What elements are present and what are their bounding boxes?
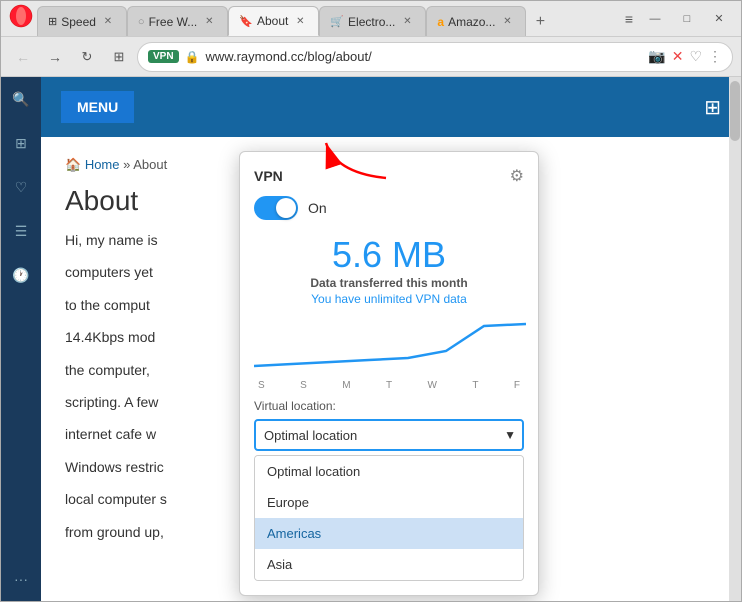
tab-freew-close[interactable]: ✕: [201, 14, 217, 30]
camera-icon[interactable]: 📷: [648, 48, 665, 65]
tab-freew[interactable]: ○ Free W... ✕: [127, 6, 228, 36]
tab-about-label: About: [257, 14, 288, 28]
window-controls: ≡ — □ ✕: [625, 9, 733, 29]
chart-day-5: W: [427, 380, 436, 391]
scrollbar-thumb[interactable]: [730, 81, 740, 141]
address-bar[interactable]: VPN 🔒 www.raymond.cc/blog/about/ 📷 ✕ ♡ ⋮: [137, 42, 733, 72]
sidebar-icon-history[interactable]: 🕐: [7, 261, 35, 289]
title-bar: ⊞ Speed ✕ ○ Free W... ✕ 🔖 About ✕ 🛒 Elec…: [1, 1, 741, 37]
tab-speed[interactable]: ⊞ Speed ✕: [37, 6, 127, 36]
tab-about-favicon: 🔖: [239, 15, 253, 28]
chart-days: S S M T W T F: [254, 380, 524, 391]
tab-amazon-favicon: a: [437, 15, 444, 29]
sidebar-icon-heart[interactable]: ♡: [7, 173, 35, 201]
chart-day-1: S: [258, 380, 265, 391]
tab-about[interactable]: 🔖 About ✕: [228, 6, 319, 36]
tab-freew-label: Free W...: [149, 15, 198, 29]
vpn-select-wrapper: Optimal location Europe Americas Asia ▼: [254, 419, 524, 451]
dropdown-item-europe[interactable]: Europe: [255, 487, 523, 518]
vpn-badge-label: VPN: [153, 51, 174, 62]
close-addr-icon[interactable]: ✕: [672, 48, 684, 65]
forward-button[interactable]: →: [41, 43, 69, 71]
chart-day-3: M: [342, 380, 350, 391]
data-label: Data transferred this month: [254, 276, 524, 290]
vpn-data-section: 5.6 MB Data transferred this month You h…: [254, 234, 524, 306]
tab-amazon[interactable]: a Amazo... ✕: [426, 6, 526, 36]
tab-speed-label: Speed: [61, 15, 96, 29]
tab-about-close[interactable]: ✕: [292, 13, 308, 29]
breadcrumb-separator: »: [123, 157, 133, 172]
close-button[interactable]: ✕: [705, 9, 733, 29]
vpn-dropdown-list: Optimal location Europe Americas Asia: [254, 455, 524, 581]
maximize-button[interactable]: □: [673, 9, 701, 29]
main-area: 🔍 ⊞ ♡ ☰ 🕐 ··· MENU ⊞ 🏠 Home » About Abou…: [1, 77, 741, 601]
vpn-location-select[interactable]: Optimal location Europe Americas Asia: [254, 419, 524, 451]
vpn-location-label: Virtual location:: [254, 399, 524, 413]
tab-amazon-label: Amazo...: [448, 15, 495, 29]
menu-button[interactable]: MENU: [61, 91, 134, 123]
chart-day-2: S: [300, 380, 307, 391]
dropdown-item-asia[interactable]: Asia: [255, 549, 523, 580]
reload-button[interactable]: ↻: [73, 43, 101, 71]
vpn-settings-icon[interactable]: ⚙: [510, 166, 524, 186]
tab-grid-button[interactable]: ⊞: [105, 43, 133, 71]
tab-freew-favicon: ○: [138, 16, 145, 28]
sidebar-icon-tabs[interactable]: ⊞: [7, 129, 35, 157]
breadcrumb-home[interactable]: 🏠 Home: [65, 157, 120, 172]
scrollbar[interactable]: [729, 77, 741, 601]
vpn-toggle[interactable]: [254, 196, 298, 220]
tab-electro-close[interactable]: ✕: [399, 14, 415, 30]
vpn-title: VPN: [254, 168, 283, 184]
heart-icon[interactable]: ♡: [689, 48, 702, 65]
dropdown-item-optimal[interactable]: Optimal location: [255, 456, 523, 487]
toggle-knob: [276, 198, 296, 218]
grid-view-icon[interactable]: ⊞: [704, 95, 721, 120]
sidebar-icon-more[interactable]: ···: [7, 565, 35, 593]
breadcrumb-current: About: [133, 157, 167, 172]
sidebar-icon-search[interactable]: 🔍: [7, 85, 35, 113]
minimize-button[interactable]: —: [641, 9, 669, 29]
tab-amazon-close[interactable]: ✕: [499, 14, 515, 30]
opera-logo: [9, 4, 33, 33]
chart-day-6: T: [472, 380, 478, 391]
tabs-bar: ⊞ Speed ✕ ○ Free W... ✕ 🔖 About ✕ 🛒 Elec…: [37, 1, 617, 36]
vpn-toggle-label: On: [308, 200, 327, 216]
tab-speed-favicon: ⊞: [48, 15, 57, 28]
address-text: www.raymond.cc/blog/about/: [206, 49, 643, 64]
tab-speed-close[interactable]: ✕: [100, 14, 116, 30]
browser-window: ⊞ Speed ✕ ○ Free W... ✕ 🔖 About ✕ 🛒 Elec…: [0, 0, 742, 602]
sidebar-icon-notes[interactable]: ☰: [7, 217, 35, 245]
tab-electro[interactable]: 🛒 Electro... ✕: [319, 6, 426, 36]
settings-icon[interactable]: ⋮: [708, 48, 722, 65]
ssl-lock-icon: 🔒: [185, 50, 200, 64]
toolbar: ← → ↻ ⊞ VPN 🔒 www.raymond.cc/blog/about/…: [1, 37, 741, 77]
web-content: MENU ⊞ 🏠 Home » About About Hi, my name …: [41, 77, 741, 601]
vpn-toggle-row: On: [254, 196, 524, 220]
vpn-indicator[interactable]: VPN: [148, 50, 179, 63]
red-arrow-indicator: [316, 133, 396, 188]
dropdown-item-americas[interactable]: Americas: [255, 518, 523, 549]
vpn-popup: VPN ⚙ On 5.6 MB Data transferred this mo…: [239, 151, 539, 596]
sidebar: 🔍 ⊞ ♡ ☰ 🕐 ···: [1, 77, 41, 601]
tab-electro-favicon: 🛒: [330, 15, 344, 28]
data-amount: 5.6 MB: [254, 234, 524, 276]
wifi-icon: ≡: [625, 11, 633, 27]
site-header: MENU ⊞: [41, 77, 741, 137]
tab-electro-label: Electro...: [348, 15, 395, 29]
vpn-chart: [254, 316, 524, 376]
data-note: You have unlimited VPN data: [254, 292, 524, 306]
chart-day-4: T: [386, 380, 392, 391]
back-button[interactable]: ←: [9, 43, 37, 71]
chart-day-7: F: [514, 380, 520, 391]
new-tab-button[interactable]: +: [526, 8, 554, 36]
address-bar-icons: 📷 ✕ ♡ ⋮: [648, 48, 722, 65]
